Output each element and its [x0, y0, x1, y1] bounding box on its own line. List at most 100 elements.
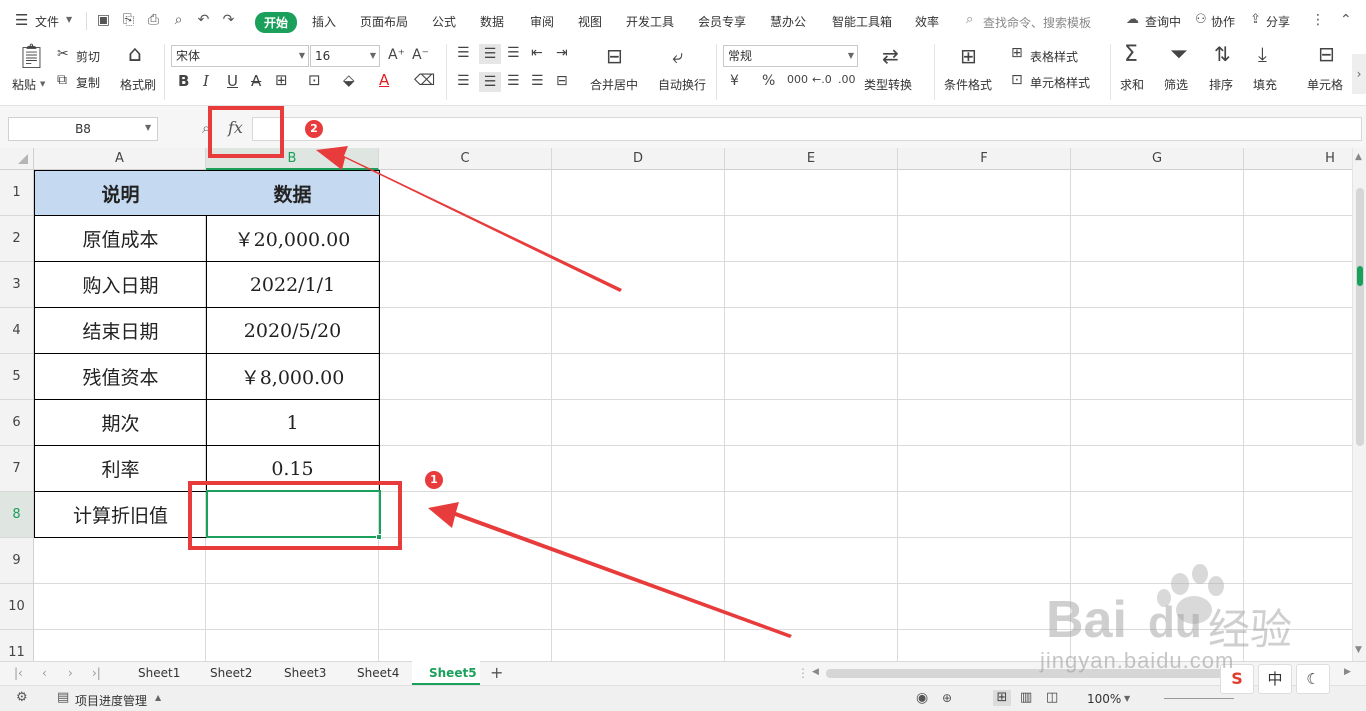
indent-increase-icon[interactable]: ⇥	[556, 46, 568, 60]
more-icon[interactable]: ⋮	[1311, 12, 1325, 28]
add-sheet-icon[interactable]: +	[490, 663, 503, 682]
export-pdf-icon[interactable]: ⎘	[120, 12, 137, 29]
tab-view[interactable]: 视图	[578, 13, 602, 30]
column-header-f[interactable]: F	[898, 148, 1071, 170]
clear-format-icon[interactable]: ⌫	[414, 73, 435, 88]
row-header-11[interactable]: 11	[0, 630, 34, 661]
share-button[interactable]: 分享	[1266, 13, 1290, 30]
tab-member[interactable]: 会员专享	[698, 13, 746, 30]
name-box[interactable]: B8	[8, 117, 158, 141]
row-header-8[interactable]: 8	[0, 492, 34, 538]
align-left-icon[interactable]: ☰	[457, 74, 470, 88]
conditional-format-button[interactable]: 条件格式	[944, 76, 992, 93]
fill-button[interactable]: 填充	[1253, 76, 1277, 93]
format-painter-icon[interactable]: ⌂	[128, 44, 142, 66]
row-header-6[interactable]: 6	[0, 400, 34, 446]
tab-page-layout[interactable]: 页面布局	[360, 13, 408, 30]
paste-icon[interactable]: 📋︎	[16, 44, 46, 68]
cell-b2[interactable]: ￥20,000.00	[206, 216, 380, 262]
sheet-tab-3[interactable]: Sheet3	[284, 666, 326, 680]
scroll-up-icon[interactable]: ▲	[1355, 152, 1362, 162]
distributed-icon[interactable]: ⊟	[556, 74, 568, 88]
formula-input[interactable]	[252, 117, 1362, 141]
cell-a3[interactable]: 购入日期	[34, 262, 207, 308]
cell-b4[interactable]: 2020/5/20	[206, 308, 380, 354]
align-right-icon[interactable]: ☰	[507, 74, 520, 88]
cell-style-icon[interactable]: ⊡	[1011, 73, 1023, 87]
undo-icon[interactable]: ↶	[195, 12, 212, 29]
tab-developer[interactable]: 开发工具	[626, 13, 674, 30]
eye-protection-icon[interactable]: ◉	[916, 690, 928, 706]
cells-button[interactable]: 单元格	[1307, 76, 1343, 93]
scroll-right-icon[interactable]: ▶	[1344, 667, 1351, 677]
bold-icon[interactable]: B	[178, 74, 189, 89]
row-header-4[interactable]: 4	[0, 308, 34, 354]
ribbon-scroll-right-icon[interactable]: ›	[1352, 54, 1366, 94]
fill-color-icon[interactable]: ⬙	[343, 73, 355, 88]
tab-review[interactable]: 审阅	[530, 13, 554, 30]
sum-icon[interactable]: Σ	[1124, 44, 1138, 66]
sheet-tab-5[interactable]: Sheet5	[429, 666, 477, 680]
sheet-tab-2[interactable]: Sheet2	[210, 666, 252, 680]
last-sheet-icon[interactable]: ›|	[92, 666, 101, 680]
prev-sheet-icon[interactable]: ‹	[42, 666, 47, 680]
align-middle-icon[interactable]: ☰	[479, 44, 501, 64]
tab-data[interactable]: 数据	[480, 13, 504, 30]
column-header-a[interactable]: A	[34, 148, 206, 170]
justify-icon[interactable]: ☰	[531, 74, 544, 88]
column-header-e[interactable]: E	[725, 148, 898, 170]
row-header-1[interactable]: 1	[0, 170, 34, 216]
select-all-corner[interactable]	[0, 148, 34, 170]
ime-status-icon[interactable]: ⊕	[942, 691, 952, 705]
column-header-h[interactable]: H	[1244, 148, 1352, 170]
scroll-down-icon[interactable]: ▼	[1355, 645, 1362, 655]
query-button[interactable]: 查询中	[1145, 13, 1181, 30]
scroll-thumb[interactable]	[1356, 188, 1364, 446]
scissors-icon[interactable]: ✂	[57, 47, 69, 61]
cell-a5[interactable]: 残值资本	[34, 354, 207, 400]
tab-insert[interactable]: 插入	[312, 13, 336, 30]
cell-a7[interactable]: 利率	[34, 446, 207, 492]
decrease-font-icon[interactable]: A⁻	[412, 48, 429, 62]
type-convert-icon[interactable]: ⇄	[882, 46, 899, 66]
row-header-3[interactable]: 3	[0, 262, 34, 308]
cell-b1[interactable]: 数据	[206, 170, 380, 216]
merge-cells-icon[interactable]: ⊟	[606, 46, 623, 66]
format-painter-button[interactable]: 格式刷	[120, 76, 156, 93]
tab-smart-office[interactable]: 慧办公	[770, 13, 806, 30]
font-size-select[interactable]: 16 ▼	[310, 45, 380, 67]
font-name-select[interactable]: 宋体 ▼	[171, 45, 309, 67]
align-center-icon[interactable]: ☰	[479, 72, 501, 92]
tab-efficiency[interactable]: 效率	[915, 13, 939, 30]
cells-icon[interactable]: ⊟	[1318, 44, 1335, 64]
scroll-left-icon[interactable]: ◀	[812, 667, 819, 677]
splitter-icon[interactable]: ⋮	[797, 666, 809, 680]
thousands-icon[interactable]: 000	[787, 74, 808, 85]
project-button[interactable]: 项目进度管理	[75, 692, 147, 709]
cell-a1[interactable]: 说明	[34, 170, 207, 216]
cell-a4[interactable]: 结束日期	[34, 308, 207, 354]
zoom-slider[interactable]	[1164, 698, 1234, 699]
sheet-tab-4[interactable]: Sheet4	[357, 666, 399, 680]
strikethrough-icon[interactable]: A	[251, 74, 261, 89]
hamburger-icon[interactable]: ☰	[15, 11, 28, 29]
cell-style-button[interactable]: 单元格样式	[1030, 74, 1090, 91]
row-header-7[interactable]: 7	[0, 446, 34, 492]
percent-icon[interactable]: %	[762, 74, 775, 88]
tab-toolbox[interactable]: 智能工具箱	[832, 13, 892, 30]
normal-view-icon[interactable]: ⊞	[993, 690, 1011, 706]
print-preview-icon[interactable]: ⌕	[170, 12, 187, 29]
font-color-icon[interactable]: A	[379, 73, 389, 88]
number-format-select[interactable]: 常规 ▼	[723, 45, 858, 67]
row-header-2[interactable]: 2	[0, 216, 34, 262]
row-header-9[interactable]: 9	[0, 538, 34, 584]
cell-a8[interactable]: 计算折旧值	[34, 492, 207, 538]
cell-b6[interactable]: 1	[206, 400, 380, 446]
underline-icon[interactable]: U	[227, 74, 238, 89]
increase-font-icon[interactable]: A⁺	[388, 48, 405, 62]
cell-b3[interactable]: 2022/1/1	[206, 262, 380, 308]
zoom-level[interactable]: 100%	[1087, 692, 1121, 706]
paste-button[interactable]: 粘贴	[12, 76, 36, 93]
sheet-tab-1[interactable]: Sheet1	[138, 666, 180, 680]
row-header-5[interactable]: 5	[0, 354, 34, 400]
